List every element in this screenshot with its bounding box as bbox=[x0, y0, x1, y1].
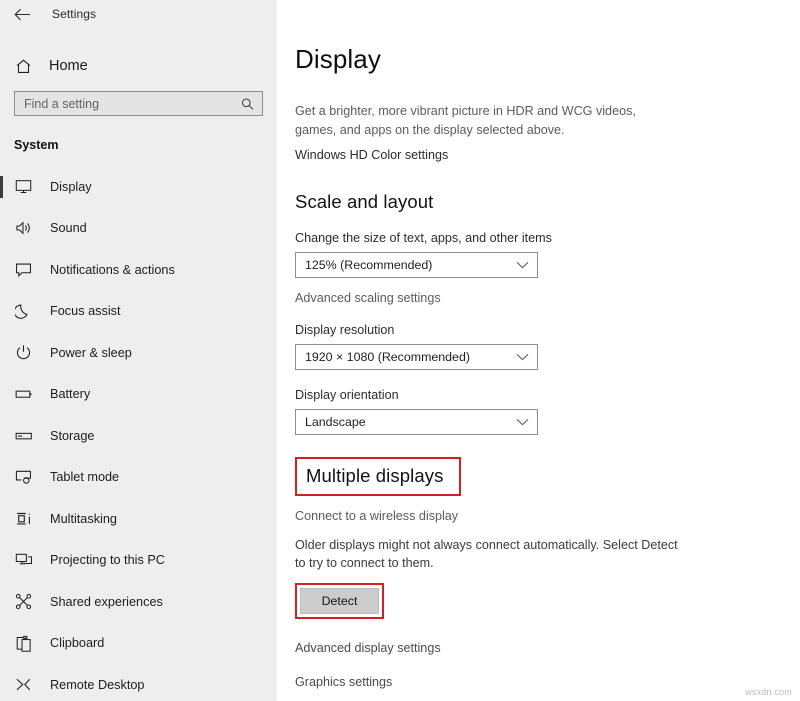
settings-window: Settings Home System bbox=[0, 0, 800, 701]
sidebar-item-sound[interactable]: Sound bbox=[0, 208, 277, 250]
scale-dropdown-value: 125% (Recommended) bbox=[305, 258, 433, 272]
advanced-display-settings-link[interactable]: Advanced display settings bbox=[295, 641, 800, 655]
title-bar: Settings bbox=[0, 0, 277, 28]
projecting-icon bbox=[14, 551, 33, 570]
advanced-scaling-link[interactable]: Advanced scaling settings bbox=[295, 291, 800, 305]
sidebar-item-power-sleep[interactable]: Power & sleep bbox=[0, 332, 277, 374]
resolution-dropdown[interactable]: 1920 × 1080 (Recommended) bbox=[295, 344, 538, 370]
sidebar-item-remote-desktop[interactable]: Remote Desktop bbox=[0, 664, 277, 701]
resolution-field-label: Display resolution bbox=[295, 323, 395, 337]
sidebar-item-label: Tablet mode bbox=[50, 470, 120, 485]
search-box[interactable] bbox=[14, 91, 263, 116]
remote-desktop-icon bbox=[14, 675, 33, 694]
window-title: Settings bbox=[52, 7, 97, 21]
detect-description: Older displays might not always connect … bbox=[295, 538, 678, 570]
page-title: Display bbox=[295, 44, 381, 74]
sidebar-item-storage[interactable]: Storage bbox=[0, 415, 277, 457]
sidebar-item-notifications[interactable]: Notifications & actions bbox=[0, 249, 277, 291]
multiple-displays-heading: Multiple displays bbox=[306, 465, 444, 486]
sidebar-nav: Display Sound Notifications & actions Fo… bbox=[0, 166, 277, 701]
sidebar-item-projecting[interactable]: Projecting to this PC bbox=[0, 540, 277, 582]
main-content: Display Get a brighter, more vibrant pic… bbox=[277, 0, 800, 701]
chevron-down-icon[interactable] bbox=[516, 261, 529, 269]
tablet-icon bbox=[14, 468, 33, 487]
orientation-field-label: Display orientation bbox=[295, 388, 399, 402]
resolution-dropdown-value: 1920 × 1080 (Recommended) bbox=[305, 350, 470, 364]
scale-dropdown[interactable]: 125% (Recommended) bbox=[295, 252, 538, 278]
sidebar-item-clipboard[interactable]: Clipboard bbox=[0, 623, 277, 665]
scale-field-label: Change the size of text, apps, and other… bbox=[295, 231, 552, 245]
orientation-dropdown-value: Landscape bbox=[305, 415, 366, 429]
sidebar-item-display[interactable]: Display bbox=[0, 166, 277, 208]
sidebar-item-home[interactable]: Home bbox=[0, 51, 277, 81]
sidebar-item-focus-assist[interactable]: Focus assist bbox=[0, 291, 277, 333]
sidebar-item-multitasking[interactable]: Multitasking bbox=[0, 498, 277, 540]
chevron-down-icon[interactable] bbox=[516, 353, 529, 361]
watermark: wsxdn.com bbox=[745, 687, 792, 697]
search-input[interactable] bbox=[15, 92, 225, 115]
search-icon[interactable] bbox=[241, 97, 254, 110]
battery-icon bbox=[14, 385, 33, 404]
sidebar-item-label: Shared experiences bbox=[50, 594, 163, 609]
back-arrow-icon[interactable] bbox=[12, 4, 32, 24]
detect-button[interactable]: Detect bbox=[300, 588, 379, 614]
scale-and-layout-heading: Scale and layout bbox=[295, 191, 434, 212]
sidebar-item-label: Battery bbox=[50, 387, 91, 402]
sidebar-item-label: Focus assist bbox=[50, 304, 121, 319]
hdr-description: Get a brighter, more vibrant picture in … bbox=[295, 104, 636, 137]
sidebar-item-label: Remote Desktop bbox=[50, 677, 145, 692]
notification-icon bbox=[14, 260, 33, 279]
sidebar-group-title: System bbox=[14, 138, 59, 152]
sidebar-item-label: Storage bbox=[50, 428, 95, 443]
multiple-displays-highlight: Multiple displays bbox=[295, 457, 462, 496]
sidebar-item-label: Sound bbox=[50, 221, 87, 236]
home-icon bbox=[14, 57, 32, 75]
sidebar-item-label: Display bbox=[50, 179, 92, 194]
multitasking-icon bbox=[14, 509, 33, 528]
sidebar-item-battery[interactable]: Battery bbox=[0, 374, 277, 416]
wireless-display-link[interactable]: Connect to a wireless display bbox=[295, 509, 800, 523]
share-nodes-icon bbox=[14, 592, 33, 611]
sidebar-item-label: Power & sleep bbox=[50, 345, 132, 360]
sidebar-item-label: Notifications & actions bbox=[50, 262, 175, 277]
detect-button-highlight: Detect bbox=[295, 583, 384, 619]
chevron-down-icon[interactable] bbox=[516, 418, 529, 426]
monitor-icon bbox=[14, 177, 33, 196]
speaker-icon bbox=[14, 219, 33, 238]
windows-hd-color-link[interactable]: Windows HD Color settings bbox=[295, 148, 448, 162]
sidebar-item-label: Clipboard bbox=[50, 636, 105, 651]
storage-icon bbox=[14, 426, 33, 445]
moon-icon bbox=[14, 302, 33, 321]
sidebar-item-tablet-mode[interactable]: Tablet mode bbox=[0, 457, 277, 499]
power-icon bbox=[14, 343, 33, 362]
sidebar-item-label: Multitasking bbox=[50, 511, 117, 526]
graphics-settings-link[interactable]: Graphics settings bbox=[295, 675, 800, 689]
clipboard-icon bbox=[14, 634, 33, 653]
home-label: Home bbox=[49, 58, 88, 74]
sidebar-item-shared-experiences[interactable]: Shared experiences bbox=[0, 581, 277, 623]
orientation-dropdown[interactable]: Landscape bbox=[295, 409, 538, 435]
sidebar: Settings Home System bbox=[0, 0, 277, 701]
sidebar-item-label: Projecting to this PC bbox=[50, 553, 165, 568]
